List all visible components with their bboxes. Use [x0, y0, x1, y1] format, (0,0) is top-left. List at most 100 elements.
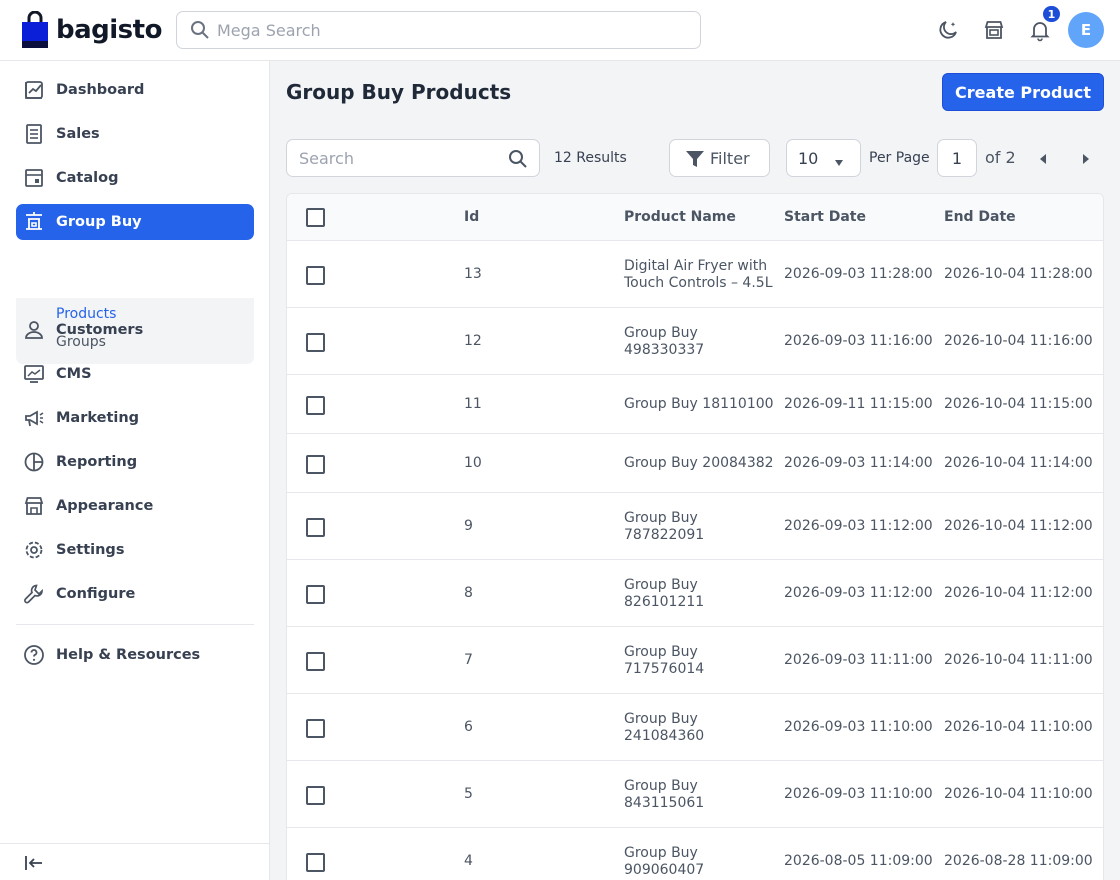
sidebar: Dashboard Sales Catalog Group Buy Produc…	[0, 61, 270, 880]
row-checkbox[interactable]	[306, 853, 325, 872]
collapse-sidebar-icon[interactable]	[22, 851, 46, 875]
filter-label: Filter	[710, 149, 750, 168]
dashboard-icon	[22, 78, 46, 102]
sidebar-divider	[16, 624, 254, 625]
column-header-end-date[interactable]: End Date	[944, 209, 1016, 225]
cell-start-date: 2026-09-03 11:14:00	[784, 455, 933, 471]
column-header-id[interactable]: Id	[464, 209, 479, 225]
product-name-line: 909060407	[624, 862, 705, 878]
cell-end-date: 2026-10-04 11:28:00	[944, 266, 1093, 282]
marketing-icon	[22, 406, 46, 430]
product-name-line: 843115061	[624, 795, 705, 811]
page-title: Group Buy Products	[286, 80, 512, 104]
filter-icon	[685, 150, 705, 172]
sidebar-item-label: CMS	[56, 366, 92, 382]
sidebar-item-marketing[interactable]: Marketing	[16, 400, 254, 436]
product-name-line: 787822091	[624, 527, 705, 543]
cell-start-date: 2026-09-03 11:11:00	[784, 652, 933, 668]
user-avatar[interactable]: E	[1068, 12, 1104, 48]
sidebar-item-configure[interactable]: Configure	[16, 576, 254, 612]
cell-start-date: 2026-09-03 11:16:00	[784, 333, 933, 349]
row-checkbox[interactable]	[306, 518, 325, 537]
table-row: 8 Group Buy 826101211 2026-09-03 11:12:00 20…	[287, 560, 1103, 627]
cell-product-name: Group Buy 498330337	[624, 325, 704, 359]
product-name-line: Group Buy	[624, 577, 698, 593]
row-checkbox[interactable]	[306, 719, 325, 738]
page-number-input[interactable]	[937, 139, 977, 177]
sidebar-item-label: Configure	[56, 586, 136, 602]
cell-id: 6	[464, 719, 473, 735]
datagrid-search-box[interactable]	[286, 139, 540, 177]
cell-end-date: 2026-10-04 11:10:00	[944, 719, 1093, 735]
cell-end-date: 2026-10-04 11:11:00	[944, 652, 1093, 668]
cell-product-name: Digital Air Fryer with Touch Controls – 4…	[624, 258, 773, 292]
previous-page-icon[interactable]	[1035, 150, 1053, 168]
column-header-start-date[interactable]: Start Date	[784, 209, 866, 225]
per-page-select[interactable]: 10	[786, 139, 861, 177]
create-product-button[interactable]: Create Product	[942, 73, 1104, 111]
mega-search-box[interactable]	[176, 11, 701, 49]
cell-product-name: Group Buy 20084382	[624, 455, 774, 472]
search-icon[interactable]	[508, 149, 528, 173]
cell-end-date: 2026-10-04 11:10:00	[944, 786, 1093, 802]
per-page-label: Per Page	[869, 150, 930, 166]
row-checkbox[interactable]	[306, 266, 325, 285]
select-all-checkbox[interactable]	[306, 208, 325, 227]
cell-product-name: Group Buy 787822091	[624, 510, 704, 544]
cell-id: 11	[464, 396, 482, 412]
sidebar-item-sales[interactable]: Sales	[16, 116, 254, 152]
total-pages-label: of 2	[985, 148, 1016, 167]
table-row: 12 Group Buy 498330337 2026-09-03 11:16:00 2…	[287, 308, 1103, 375]
row-checkbox[interactable]	[306, 333, 325, 352]
dark-mode-icon[interactable]	[935, 17, 961, 43]
next-page-icon[interactable]	[1076, 150, 1094, 168]
sidebar-item-dashboard[interactable]: Dashboard	[16, 72, 254, 108]
product-name-line: 717576014	[624, 661, 705, 677]
cell-start-date: 2026-09-03 11:28:00	[784, 266, 933, 282]
bagisto-logo[interactable]: bagisto	[20, 10, 162, 50]
sidebar-item-settings[interactable]: Settings	[16, 532, 254, 568]
sidebar-item-customers[interactable]: Customers	[16, 312, 254, 348]
results-count: 12 Results	[554, 150, 627, 166]
cell-start-date: 2026-09-03 11:12:00	[784, 518, 933, 534]
storefront-icon[interactable]	[981, 17, 1007, 43]
sidebar-item-label: Help & Resources	[56, 647, 201, 663]
row-checkbox[interactable]	[306, 455, 325, 474]
sidebar-item-reporting[interactable]: Reporting	[16, 444, 254, 480]
product-name-line: Group Buy	[624, 644, 698, 660]
filter-button[interactable]: Filter	[669, 139, 770, 177]
top-header: bagisto 1 E	[0, 0, 1120, 61]
sidebar-item-cms[interactable]: CMS	[16, 356, 254, 392]
sidebar-item-group-buy[interactable]: Group Buy	[16, 204, 254, 240]
brand-name: bagisto	[56, 15, 162, 45]
sidebar-bottom-divider	[0, 843, 270, 844]
cell-end-date: 2026-08-28 11:09:00	[944, 853, 1093, 869]
sidebar-item-catalog[interactable]: Catalog	[16, 160, 254, 196]
product-name-line: Group Buy	[624, 845, 698, 861]
sidebar-item-label: Customers	[56, 322, 144, 338]
sidebar-item-label: Catalog	[56, 170, 119, 186]
product-name-line: Group Buy	[624, 325, 698, 341]
settings-icon	[22, 538, 46, 562]
group-buy-products-table: Id Product Name Start Date End Date 13 Di…	[286, 193, 1104, 880]
cell-id: 5	[464, 786, 473, 802]
row-checkbox[interactable]	[306, 585, 325, 604]
datagrid-search-input[interactable]	[299, 140, 499, 176]
appearance-icon	[22, 494, 46, 518]
product-name-line: Group Buy	[624, 778, 698, 794]
table-row: 10 Group Buy 20084382 2026-09-03 11:14:00 2…	[287, 434, 1103, 493]
sidebar-item-appearance[interactable]: Appearance	[16, 488, 254, 524]
mega-search-input[interactable]	[217, 12, 687, 48]
table-header: Id Product Name Start Date End Date	[287, 194, 1103, 241]
row-checkbox[interactable]	[306, 786, 325, 805]
cell-product-name: Group Buy 909060407	[624, 845, 704, 879]
sidebar-item-help[interactable]: Help & Resources	[16, 637, 254, 673]
product-name-line: Group Buy 20084382	[624, 455, 774, 471]
row-checkbox[interactable]	[306, 652, 325, 671]
customers-icon	[22, 318, 46, 342]
reporting-icon	[22, 450, 46, 474]
wrench-icon	[22, 582, 46, 606]
row-checkbox[interactable]	[306, 396, 325, 415]
help-icon	[22, 643, 46, 667]
column-header-product-name[interactable]: Product Name	[624, 209, 736, 225]
